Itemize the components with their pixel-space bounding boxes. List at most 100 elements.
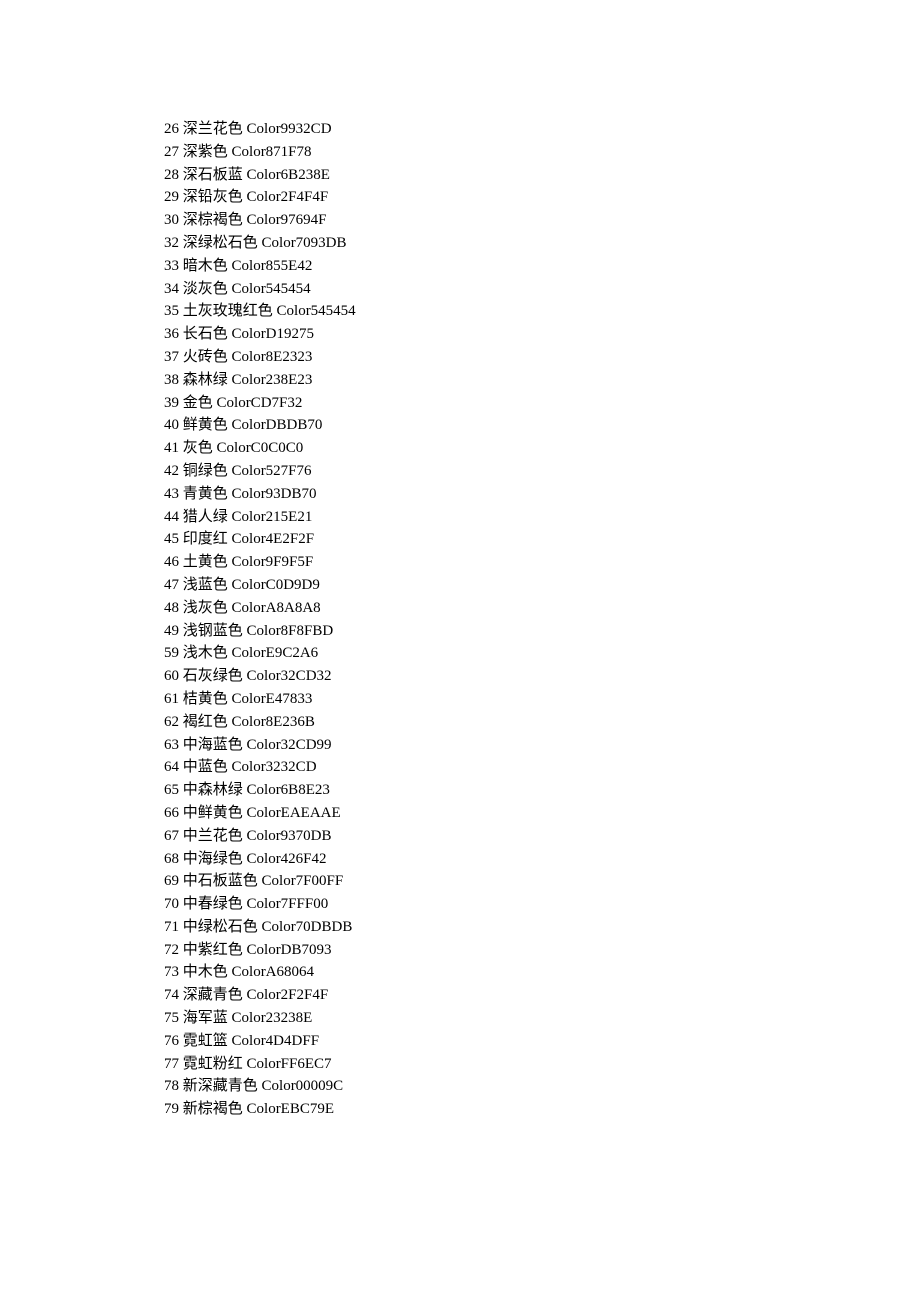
color-number: 61 [164, 691, 179, 707]
color-name: 中春绿色 [183, 896, 243, 912]
color-name: 中绿松石色 [183, 919, 258, 935]
color-code: Color855E42 [232, 258, 313, 274]
color-name: 新深藏青色 [183, 1078, 258, 1094]
color-code: Color545454 [277, 303, 356, 319]
color-entry: 39 金色 ColorCD7F32 [164, 392, 920, 415]
color-name: 鲜黄色 [183, 417, 228, 433]
color-name: 石灰绿色 [183, 668, 243, 684]
color-code: Color93DB70 [232, 486, 317, 502]
color-number: 71 [164, 919, 179, 935]
color-name: 深绿松石色 [183, 235, 258, 251]
color-code: ColorE9C2A6 [232, 645, 319, 661]
color-code: ColorA8A8A8 [232, 600, 321, 616]
color-number: 74 [164, 987, 179, 1003]
color-name: 中海绿色 [183, 851, 243, 867]
color-number: 47 [164, 577, 179, 593]
color-number: 38 [164, 372, 179, 388]
color-name: 铜绿色 [183, 463, 228, 479]
color-code: Color9932CD [247, 121, 332, 137]
color-entry: 26 深兰花色 Color9932CD [164, 118, 920, 141]
color-entry: 42 铜绿色 Color527F76 [164, 460, 920, 483]
color-name: 深兰花色 [183, 121, 243, 137]
color-code: Color6B8E23 [247, 782, 330, 798]
color-code: ColorD19275 [232, 326, 315, 342]
color-entry: 37 火砖色 Color8E2323 [164, 346, 920, 369]
color-name: 中鲜黄色 [183, 805, 243, 821]
color-entry: 29 深铅灰色 Color2F4F4F [164, 186, 920, 209]
color-code: Color4E2F2F [232, 531, 315, 547]
color-entry: 65 中森林绿 Color6B8E23 [164, 779, 920, 802]
color-name: 印度红 [183, 531, 228, 547]
color-number: 37 [164, 349, 179, 365]
color-entry: 33 暗木色 Color855E42 [164, 255, 920, 278]
color-code: Color7F00FF [262, 873, 344, 889]
color-list-page: 26 深兰花色 Color9932CD27 深紫色 Color871F7828 … [0, 0, 920, 1121]
color-entry: 79 新棕褐色 ColorEBC79E [164, 1098, 920, 1121]
color-entry: 40 鲜黄色 ColorDBDB70 [164, 414, 920, 437]
color-code: Color871F78 [232, 144, 312, 160]
color-entry: 30 深棕褐色 Color97694F [164, 209, 920, 232]
color-code: Color426F42 [247, 851, 327, 867]
color-number: 44 [164, 509, 179, 525]
color-number: 34 [164, 281, 179, 297]
color-code: ColorC0D9D9 [232, 577, 320, 593]
color-entry: 59 浅木色 ColorE9C2A6 [164, 642, 920, 665]
color-name: 深石板蓝 [183, 167, 243, 183]
color-number: 33 [164, 258, 179, 274]
color-code: Color9F9F5F [232, 554, 314, 570]
color-code: ColorFF6EC7 [247, 1056, 332, 1072]
color-code: Color32CD99 [247, 737, 332, 753]
color-code: Color527F76 [232, 463, 312, 479]
color-entry: 66 中鲜黄色 ColorEAEAAE [164, 802, 920, 825]
color-number: 27 [164, 144, 179, 160]
color-number: 79 [164, 1101, 179, 1117]
color-number: 49 [164, 623, 179, 639]
color-entry: 47 浅蓝色 ColorC0D9D9 [164, 574, 920, 597]
color-number: 62 [164, 714, 179, 730]
color-number: 75 [164, 1010, 179, 1026]
color-entry: 45 印度红 Color4E2F2F [164, 528, 920, 551]
color-entry: 76 霓虹篮 Color4D4DFF [164, 1030, 920, 1053]
color-entry: 60 石灰绿色 Color32CD32 [164, 665, 920, 688]
color-code: Color97694F [247, 212, 327, 228]
color-entry: 63 中海蓝色 Color32CD99 [164, 734, 920, 757]
color-code: Color32CD32 [247, 668, 332, 684]
color-code: Color8E2323 [232, 349, 313, 365]
color-entry: 48 浅灰色 ColorA8A8A8 [164, 597, 920, 620]
color-entry: 46 土黄色 Color9F9F5F [164, 551, 920, 574]
color-code: ColorC0C0C0 [217, 440, 304, 456]
color-code: ColorA68064 [232, 964, 315, 980]
color-code: Color3232CD [232, 759, 317, 775]
color-name: 霓虹篮 [183, 1033, 228, 1049]
color-name: 中紫红色 [183, 942, 243, 958]
color-code: ColorCD7F32 [217, 395, 303, 411]
color-name: 土黄色 [183, 554, 228, 570]
color-name: 浅木色 [183, 645, 228, 661]
color-number: 41 [164, 440, 179, 456]
color-entry: 67 中兰花色 Color9370DB [164, 825, 920, 848]
color-entry: 35 土灰玫瑰红色 Color545454 [164, 300, 920, 323]
color-code: Color9370DB [247, 828, 332, 844]
color-number: 32 [164, 235, 179, 251]
color-number: 43 [164, 486, 179, 502]
color-entry: 43 青黄色 Color93DB70 [164, 483, 920, 506]
color-entry: 61 桔黄色 ColorE47833 [164, 688, 920, 711]
color-name: 暗木色 [183, 258, 228, 274]
color-name: 金色 [183, 395, 213, 411]
color-number: 78 [164, 1078, 179, 1094]
color-number: 63 [164, 737, 179, 753]
color-name: 深棕褐色 [183, 212, 243, 228]
color-entry: 77 霓虹粉红 ColorFF6EC7 [164, 1053, 920, 1076]
color-name: 中海蓝色 [183, 737, 243, 753]
color-number: 48 [164, 600, 179, 616]
color-number: 26 [164, 121, 179, 137]
color-code: Color00009C [262, 1078, 344, 1094]
color-code: Color7FFF00 [247, 896, 329, 912]
color-name: 淡灰色 [183, 281, 228, 297]
color-name: 浅钢蓝色 [183, 623, 243, 639]
color-name: 浅蓝色 [183, 577, 228, 593]
color-entry: 62 褐红色 Color8E236B [164, 711, 920, 734]
color-entry: 64 中蓝色 Color3232CD [164, 756, 920, 779]
color-code: ColorEAEAAE [247, 805, 341, 821]
color-number: 77 [164, 1056, 179, 1072]
